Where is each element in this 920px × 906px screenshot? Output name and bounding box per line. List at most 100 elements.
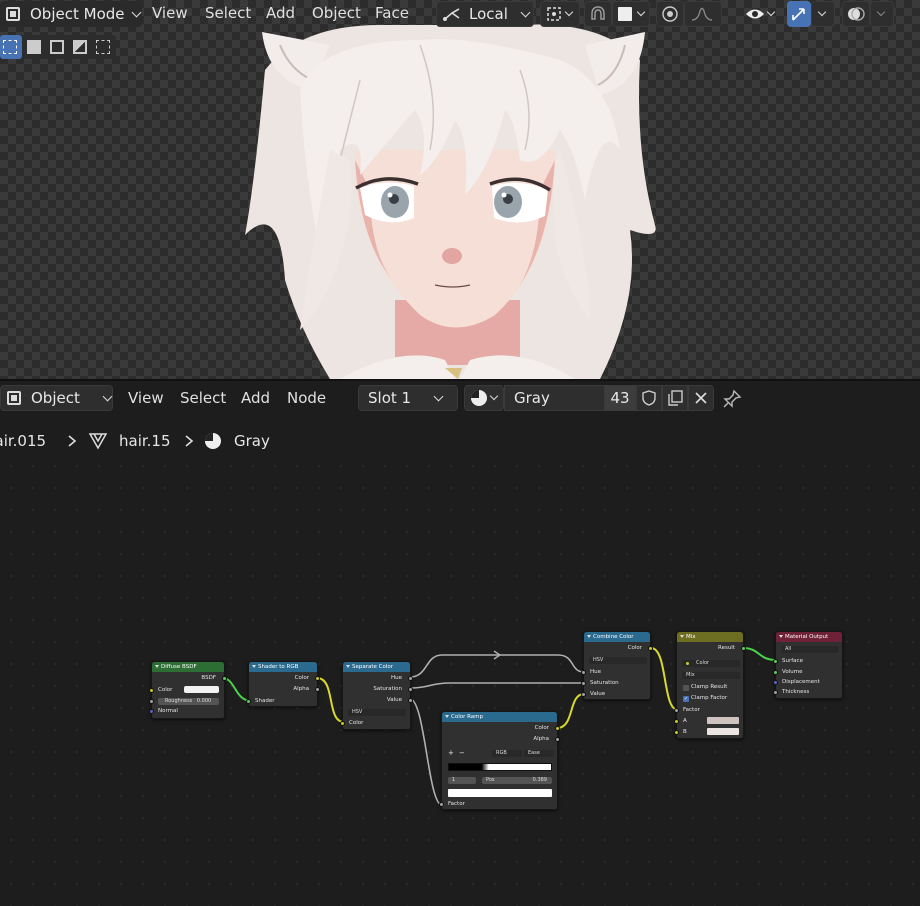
output-socket[interactable] <box>555 726 560 731</box>
input-socket[interactable] <box>149 709 154 714</box>
chevron-down-icon <box>489 391 499 401</box>
select-new-button[interactable] <box>0 35 22 59</box>
ramp-color-mode[interactable]: RGB <box>492 750 522 757</box>
pin-button[interactable] <box>722 389 744 409</box>
input-socket[interactable] <box>581 670 586 675</box>
node-diffuse-bsdf[interactable]: Diffuse BSDF BSDF Color Roughness 0.000 … <box>149 661 227 719</box>
output-socket[interactable] <box>222 676 227 681</box>
color-swatch[interactable] <box>184 686 219 693</box>
data-type-dropdown[interactable]: Color <box>682 660 740 667</box>
falloff-dropdown[interactable] <box>684 1 722 27</box>
input-socket[interactable] <box>773 659 778 664</box>
input-socket[interactable] <box>439 802 444 807</box>
output-socket[interactable] <box>741 646 746 651</box>
stop-index-field[interactable]: 1 <box>448 777 476 784</box>
duplicate-material-button[interactable] <box>662 385 688 411</box>
clamp-result-checkbox[interactable] <box>683 685 689 691</box>
proportional-editing-toggle[interactable] <box>656 1 684 27</box>
input-volume-label: Volume <box>782 669 803 675</box>
output-socket[interactable] <box>408 676 413 681</box>
input-socket[interactable] <box>773 690 778 695</box>
input-socket[interactable] <box>674 719 679 724</box>
input-color-label: Color <box>349 720 364 726</box>
stop-position-field[interactable]: Pos 0.389 <box>482 777 552 784</box>
add-stop-icon[interactable]: + <box>448 750 454 757</box>
mode-value: HSV <box>352 709 363 715</box>
object-mode-label: Object Mode <box>30 5 125 23</box>
color-a-swatch[interactable] <box>707 717 739 724</box>
node-menu-add[interactable]: Add <box>241 389 270 407</box>
node-menu-node[interactable]: Node <box>287 389 326 407</box>
input-socket[interactable] <box>674 708 679 713</box>
material-browse-button[interactable] <box>464 385 504 411</box>
blend-mode-dropdown[interactable]: Mix <box>682 672 740 679</box>
remove-stop-icon[interactable]: − <box>459 750 465 757</box>
material-users-button[interactable]: 43 <box>604 385 636 411</box>
gizmo-dropdown[interactable] <box>811 1 835 27</box>
chevron-down-icon <box>636 7 646 17</box>
breadcrumb-mesh: hair.15 <box>119 432 171 450</box>
roughness-field[interactable]: Roughness 0.000 <box>158 698 219 705</box>
menu-add[interactable]: Add <box>266 4 295 22</box>
input-socket[interactable] <box>340 721 345 726</box>
node-menu-select[interactable]: Select <box>180 389 226 407</box>
overlays-toggle[interactable] <box>842 1 870 27</box>
output-socket[interactable] <box>555 737 560 742</box>
object-mode-dropdown[interactable]: Object Mode <box>0 1 142 27</box>
interpolation-value: Ease <box>528 750 540 756</box>
mode-dropdown[interactable]: HSV <box>589 657 647 664</box>
color-b-swatch[interactable] <box>707 728 739 735</box>
select-subtract-button[interactable] <box>46 35 68 59</box>
input-socket[interactable] <box>246 699 251 704</box>
chevron-down-icon <box>433 391 444 401</box>
input-socket[interactable] <box>149 699 154 704</box>
menu-object[interactable]: Object <box>312 4 361 22</box>
snap-toggle[interactable] <box>584 1 612 27</box>
editor-type-dropdown[interactable]: Object <box>0 385 113 411</box>
fake-user-button[interactable] <box>636 385 662 411</box>
select-mode-toolbar <box>0 35 116 59</box>
node-shader-to-rgb[interactable]: Shader to RGB Color Alpha Shader <box>246 661 320 707</box>
node-material-output[interactable]: Material Output All Surface Volume Displ… <box>773 631 843 699</box>
input-socket[interactable] <box>149 688 154 693</box>
clamp-factor-checkbox[interactable]: ✓ <box>683 696 689 702</box>
visibility-dropdown[interactable] <box>742 1 782 27</box>
output-value-label: Value <box>386 697 402 703</box>
input-socket[interactable] <box>581 692 586 697</box>
output-socket[interactable] <box>315 676 320 681</box>
viewport-3d[interactable]: Object Mode View Select Add Object Face … <box>0 0 920 379</box>
node-color-ramp[interactable]: Color Ramp Color Alpha + − RGB Ease 1 Po… <box>439 711 560 810</box>
output-socket[interactable] <box>315 687 320 692</box>
node-mix[interactable]: Mix Result Color Mix Clamp Result ✓ Clam… <box>674 631 746 739</box>
target-dropdown[interactable]: All <box>781 646 839 653</box>
input-socket[interactable] <box>773 680 778 685</box>
node-menu-view[interactable]: View <box>128 389 164 407</box>
input-socket[interactable] <box>773 670 778 675</box>
ramp-gradient[interactable] <box>448 763 552 771</box>
select-invert-button[interactable] <box>69 35 91 59</box>
node-separate-color[interactable]: Separate Color Hue Saturation Value HSV … <box>340 661 413 730</box>
stop-index-value: 1 <box>452 777 456 783</box>
gizmo-toggle[interactable] <box>787 1 811 27</box>
output-socket[interactable] <box>408 698 413 703</box>
transform-orientation-dropdown[interactable]: Local <box>436 1 534 27</box>
menu-select[interactable]: Select <box>205 4 251 22</box>
menu-view[interactable]: View <box>152 4 188 22</box>
menu-face[interactable]: Face <box>375 4 409 22</box>
mode-dropdown[interactable]: HSV <box>348 709 406 716</box>
select-intersect-button[interactable] <box>92 35 114 59</box>
snap-target-dropdown[interactable] <box>612 1 650 27</box>
unlink-material-button[interactable] <box>688 385 714 411</box>
input-socket[interactable] <box>674 730 679 735</box>
material-slot-dropdown[interactable]: Slot 1 <box>358 385 458 411</box>
stop-color-swatch[interactable] <box>448 789 552 797</box>
output-socket[interactable] <box>648 646 653 651</box>
output-socket[interactable] <box>408 687 413 692</box>
material-name-field[interactable]: Gray <box>504 385 605 411</box>
node-combine-color[interactable]: Combine Color Color HSV Hue Saturation V… <box>581 631 653 700</box>
select-extend-button[interactable] <box>23 35 45 59</box>
overlays-dropdown[interactable] <box>870 1 894 27</box>
input-socket[interactable] <box>581 681 586 686</box>
pivot-point-dropdown[interactable] <box>540 1 580 27</box>
ramp-interpolation[interactable]: Ease <box>524 750 554 757</box>
